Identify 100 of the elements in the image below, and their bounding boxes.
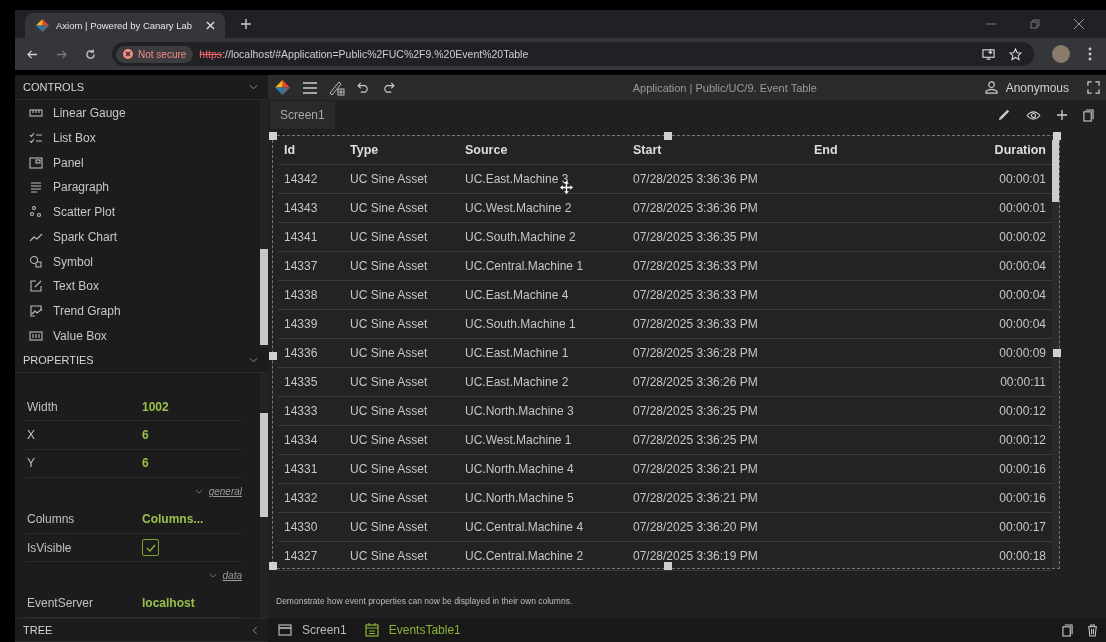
scrollbar[interactable] <box>260 373 268 618</box>
table-cell-text: UC Sine Asset <box>349 346 429 360</box>
section-link[interactable]: data <box>222 570 242 582</box>
section-link[interactable]: general <box>208 486 242 498</box>
property-name: X <box>27 428 36 443</box>
table-cell-text: 07/28/2025 3:36:33 PM <box>632 317 759 331</box>
eye-icon[interactable] <box>1026 109 1041 121</box>
table-cell-text: UC.Central.Machine 2 <box>464 549 585 563</box>
table-cell-text: 14331 <box>283 462 319 476</box>
column-header[interactable]: Id <box>278 143 344 157</box>
browser-tab[interactable]: Axiom | Powered by Canary Lab <box>25 13 225 38</box>
table-cell-text: 07/28/2025 3:36:33 PM <box>632 288 759 302</box>
table-cell-text: UC.East.Machine 1 <box>464 346 570 360</box>
redo-icon[interactable] <box>382 82 395 93</box>
control-item[interactable]: Paragraph <box>15 175 260 200</box>
control-item[interactable]: Panel <box>15 150 260 176</box>
fullscreen-icon[interactable] <box>1087 81 1100 94</box>
scatter-icon <box>29 205 43 220</box>
control-item[interactable]: Scatter Plot <box>15 199 260 225</box>
tab-title: Axiom | Powered by Canary Lab <box>56 20 194 31</box>
table-cell-text: UC.East.Machine 3 <box>464 172 570 186</box>
resize-handle[interactable] <box>664 132 672 140</box>
close-icon[interactable] <box>206 21 215 30</box>
list-icon <box>29 131 43 146</box>
reload-icon[interactable] <box>85 48 96 60</box>
control-item[interactable]: Linear Gauge <box>15 101 260 126</box>
pencil-icon[interactable] <box>998 109 1010 121</box>
move-cursor-icon <box>560 181 573 194</box>
textbox-icon <box>29 279 43 294</box>
column-header[interactable]: Type <box>344 143 459 157</box>
copy-icon[interactable] <box>1083 108 1094 122</box>
resize-handle[interactable] <box>664 562 672 570</box>
control-item[interactable]: Symbol <box>15 249 260 274</box>
property-value[interactable]: 6 <box>142 456 149 471</box>
close-window-icon[interactable] <box>1074 19 1084 29</box>
table-cell-text: UC.South.Machine 1 <box>464 317 577 331</box>
valuebox-icon <box>29 328 43 343</box>
menu-icon[interactable] <box>303 81 317 94</box>
table-cell-text: 07/28/2025 3:36:36 PM <box>632 172 759 186</box>
breadcrumb-item[interactable]: EventsTable1 <box>364 623 461 637</box>
property-value[interactable]: 6 <box>142 428 149 443</box>
table-cell-text: 00:00:09 <box>998 346 1047 360</box>
column-header[interactable]: End <box>808 143 968 157</box>
address-bar[interactable]: Not secure https://localhost/#Application=Public%2FUC%2F9.%20Event%20Table <box>112 42 1034 66</box>
copy-icon[interactable] <box>1062 623 1073 637</box>
logo-icon[interactable] <box>274 79 291 96</box>
table-cell-text: UC Sine Asset <box>349 375 429 389</box>
warning-icon <box>123 49 133 59</box>
forward-icon[interactable] <box>56 48 67 60</box>
user-name[interactable]: Anonymous <box>1005 80 1069 95</box>
property-value[interactable]: Columns... <box>142 512 204 527</box>
undo-icon[interactable] <box>357 82 370 93</box>
star-icon[interactable] <box>1009 47 1022 61</box>
avatar-circle[interactable] <box>1052 45 1070 63</box>
scrollbar[interactable] <box>260 100 268 348</box>
column-header[interactable]: Source <box>459 143 627 157</box>
trash-icon[interactable] <box>1087 623 1098 637</box>
control-item[interactable]: List Box <box>15 125 260 151</box>
table-cell-text: 14343 <box>283 201 319 215</box>
table-cell-text: UC Sine Asset <box>349 404 429 418</box>
control-item[interactable]: Trend Graph <box>15 298 260 324</box>
property-name: Y <box>27 456 36 471</box>
table-cell-text: UC.South.Machine 2 <box>464 230 577 244</box>
panel-header[interactable]: TREE <box>15 618 268 642</box>
table-cell-text: 00:00:04 <box>998 259 1047 273</box>
control-item[interactable]: Spark Chart <box>15 224 260 250</box>
table-cell-text: UC Sine Asset <box>349 520 429 534</box>
new-tab-icon[interactable] <box>241 19 251 29</box>
property-value[interactable]: 1002 <box>142 399 169 414</box>
not-secure-badge[interactable]: Not secure <box>116 45 194 63</box>
logo-icon <box>35 18 50 33</box>
table-cell-text: 14336 <box>283 346 319 360</box>
resize-handle[interactable] <box>1053 349 1061 357</box>
checkbox[interactable] <box>142 539 159 557</box>
control-item[interactable]: Text Box <box>15 273 260 299</box>
table-cell-text: 14327 <box>283 549 319 563</box>
more-icon[interactable] <box>1088 47 1092 61</box>
chevron-down-icon <box>208 573 217 579</box>
events-table[interactable] <box>272 135 1060 569</box>
property-value[interactable]: localhost <box>142 596 195 611</box>
table-cell-text: 00:00:16 <box>998 462 1047 476</box>
resize-handle[interactable] <box>1053 132 1061 140</box>
scrollbar[interactable] <box>1052 136 1059 568</box>
table-cell-text: UC Sine Asset <box>349 288 429 302</box>
control-item[interactable]: Value Box <box>15 323 260 348</box>
table-cell-text: 00:00:02 <box>998 230 1047 244</box>
restore-icon[interactable] <box>1030 19 1040 29</box>
screen-tab[interactable]: Screen1 <box>270 101 335 129</box>
plus-icon[interactable] <box>1057 110 1067 120</box>
pencil-grid-icon[interactable] <box>329 79 345 96</box>
resize-handle[interactable] <box>269 132 277 140</box>
back-icon[interactable] <box>27 48 38 60</box>
install-icon[interactable] <box>982 47 995 61</box>
column-header[interactable]: Duration <box>968 143 1052 157</box>
resize-handle[interactable] <box>269 352 277 360</box>
panel-icon <box>29 155 43 170</box>
breadcrumb-item[interactable]: Screen1 <box>278 623 347 637</box>
column-header[interactable]: Start <box>627 143 808 157</box>
resize-handle[interactable] <box>269 562 277 570</box>
table-cell-text: UC Sine Asset <box>349 317 429 331</box>
